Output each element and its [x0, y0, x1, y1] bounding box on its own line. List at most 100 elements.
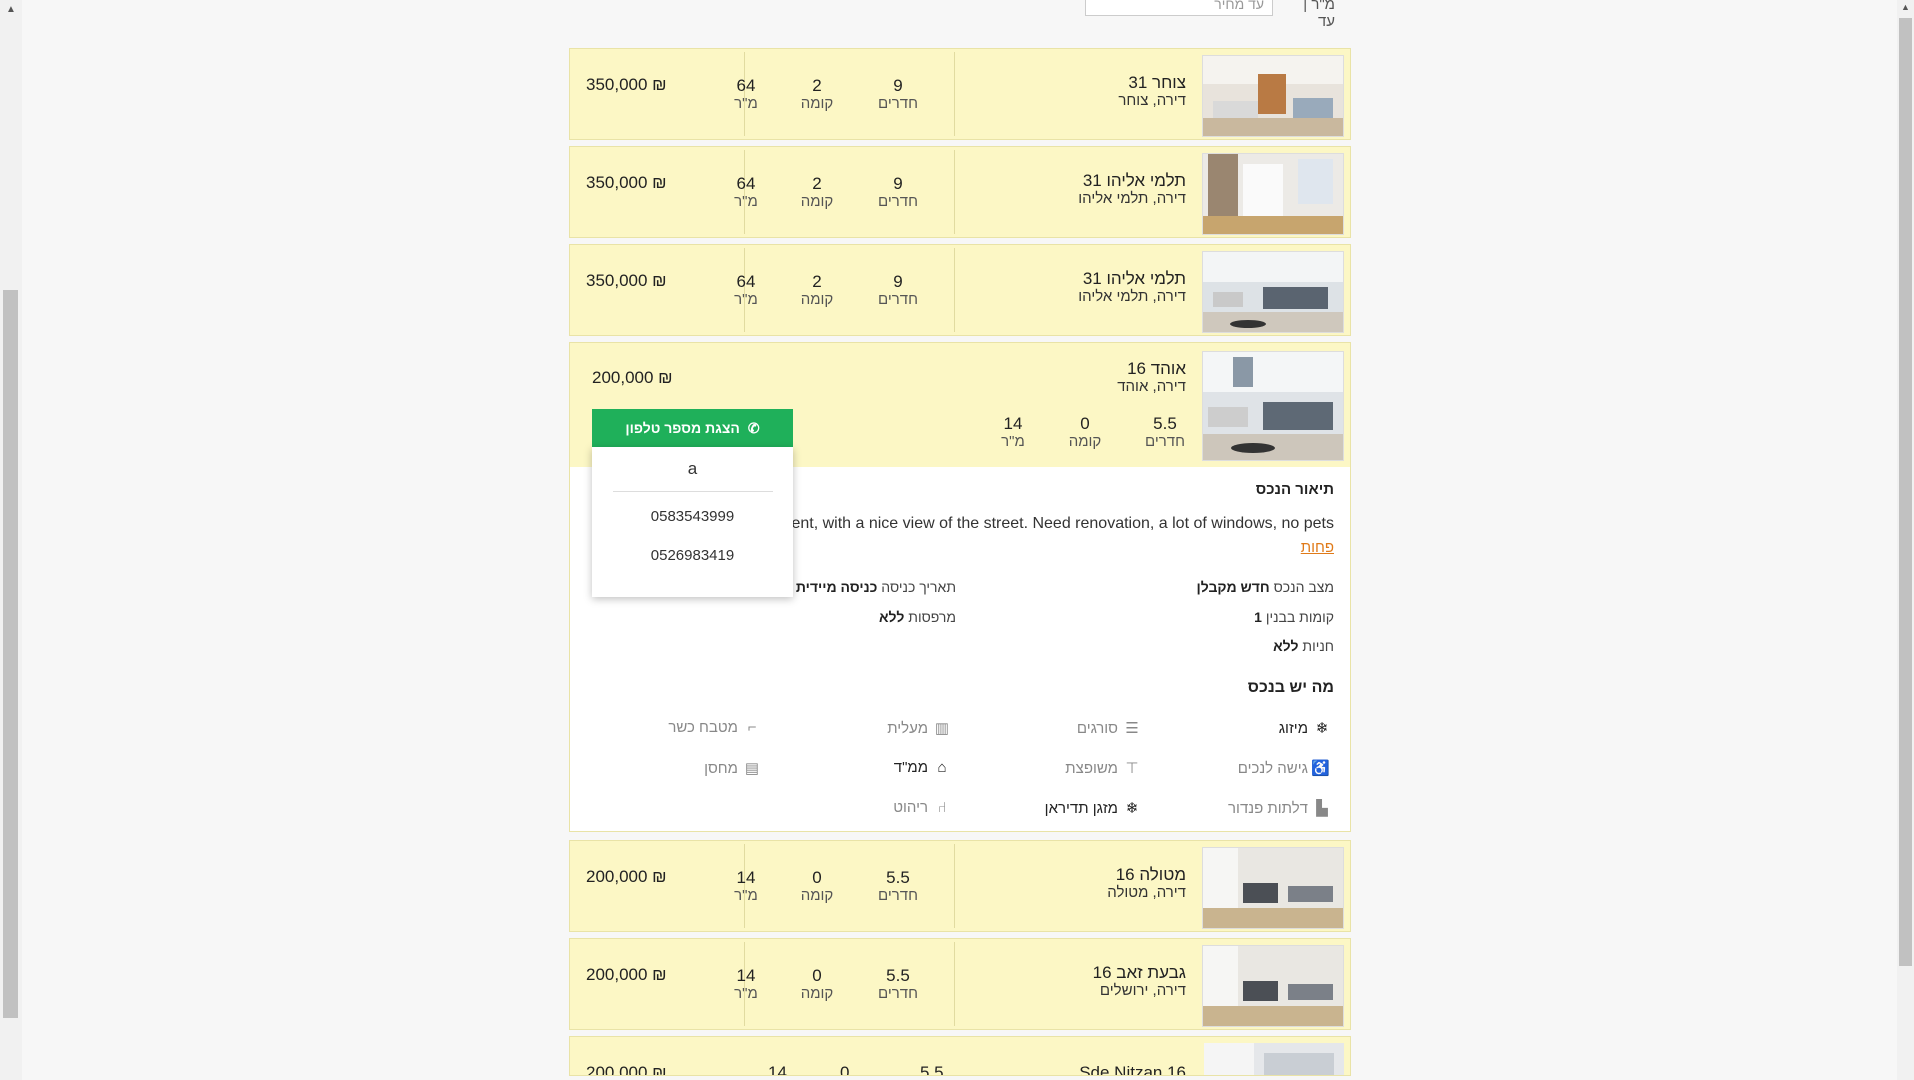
show-phone-label: הצגת מספר טלפון	[625, 420, 740, 436]
listing-price: 350,000 ₪	[586, 271, 667, 290]
size-value: 64	[736, 76, 756, 95]
listing-photo[interactable]	[1202, 945, 1344, 1027]
listings: צוחר 31 דירה, צוחר 9 חדרים 2 קומה 64 מ"ר 35…	[569, 48, 1351, 1076]
listing-card[interactable]: Sde Nitzan 16 5.5 0 14 200,000 ₪	[569, 1036, 1351, 1076]
size-label: מ"ר	[734, 291, 758, 308]
listing-street: מטולה 16	[1115, 865, 1186, 884]
size-value: 14	[768, 1063, 787, 1076]
rooms-stat: 9 חדרים	[868, 273, 928, 309]
scroll-up-icon[interactable]: ▲	[1901, 2, 1910, 12]
scroll-up-icon[interactable]: ▲	[6, 4, 16, 15]
listing-city: דירה, תלמי אליהו	[1078, 288, 1186, 305]
entry-value: כניסה מיידית	[795, 579, 878, 595]
listing-card[interactable]: תלמי אליהו 31 דירה, תלמי אליהו 9 חדרים 2ק…	[569, 244, 1351, 336]
wheelchair-icon: ♿	[1311, 760, 1330, 777]
size-stat: 64 מ"ר	[716, 273, 776, 309]
size-value: 64	[736, 272, 756, 291]
feature-label: ריהוט	[893, 799, 928, 816]
rooms-label: חדרים	[878, 95, 918, 112]
faucet-icon: ⌐	[747, 719, 757, 736]
floor-stat: 2 קומה	[787, 77, 847, 113]
listing-card[interactable]: גבעת זאב 16 דירה, ירושלים 5.5 חדרים 0 קומה…	[569, 938, 1351, 1030]
rooms-value: 5.5	[886, 868, 910, 887]
home-icon: ⌂	[937, 759, 947, 776]
size-label: מ"ר	[734, 887, 758, 904]
listing-price: 200,000 ₪	[586, 867, 667, 886]
scroll-thumb[interactable]	[3, 290, 18, 1018]
listing-title: גבעת זאב 16 דירה, ירושלים	[1093, 964, 1186, 1000]
floors-detail: קומות בבנין 1	[1254, 609, 1334, 625]
rooms-stat: 5.5 חדרים	[868, 967, 928, 1003]
listing-photo[interactable]	[1202, 55, 1344, 137]
door-icon: ▙	[1316, 800, 1328, 817]
size-label: מ"ר	[734, 985, 758, 1002]
size-value: 14	[736, 868, 756, 887]
size-stat: 14 מ"ר	[983, 415, 1043, 451]
snowflake-icon: ❄	[1125, 800, 1139, 817]
floors-label: קומות בבנין	[1265, 609, 1334, 625]
listing-photo[interactable]	[1204, 1043, 1344, 1076]
size-value: 64	[736, 174, 756, 193]
listing-city: דירה, אוהד	[1117, 378, 1186, 395]
listing-photo[interactable]	[1202, 351, 1344, 461]
size-label: מ"ר	[734, 193, 758, 210]
floor-stat: 0 קומה	[787, 869, 847, 905]
rooms-label: חדרים	[878, 193, 918, 210]
divider	[612, 491, 773, 492]
filter-bar: עד מחיר מ"ר | עד	[1085, 0, 1335, 30]
listing-street: תלמי אליהו 31	[1082, 269, 1186, 288]
rooms-value: 9	[893, 174, 903, 193]
floor-value: 2	[812, 272, 822, 291]
listing-card[interactable]: צוחר 31 דירה, צוחר 9 חדרים 2 קומה 64 מ"ר 35…	[569, 48, 1351, 140]
scroll-thumb[interactable]	[1899, 18, 1912, 966]
size-stat: 64 מ"ר	[716, 77, 776, 113]
listing-price: 200,000 ₪	[586, 1063, 667, 1076]
paint-roller-icon: ⊤	[1125, 760, 1139, 777]
feature-elevator: ▥ מעלית	[887, 719, 950, 738]
listing-street: גבעת זאב 16	[1092, 963, 1186, 982]
filter-label: מ"ר | עד	[1303, 0, 1335, 30]
listing-city: דירה, מטולה	[1107, 884, 1186, 901]
rooms-value: 9	[893, 76, 903, 95]
description-text: ment, with a nice view of the street. Ne…	[778, 515, 1334, 532]
size-stat: 64 מ"ר	[716, 175, 776, 211]
phone-number[interactable]: 0526983419	[592, 547, 793, 564]
floor-value: 2	[812, 76, 822, 95]
feature-accessible: ♿ גישה לנכים	[1237, 759, 1330, 778]
show-phone-button[interactable]: ✆ הצגת מספר טלפון	[592, 409, 793, 447]
listing-photo[interactable]	[1202, 153, 1344, 235]
listing-city: דירה, צוחר	[1118, 92, 1186, 109]
floor-value: 0	[812, 868, 822, 887]
listing-card[interactable]: תלמי אליהו 31 דירה, תלמי אליהו 9 חדרים 2ק…	[569, 146, 1351, 238]
floor-value: 2	[812, 174, 822, 193]
feature-label: גישה לנכים	[1237, 759, 1308, 777]
listing-title: אוהד 16 דירה, אוהד	[1117, 360, 1186, 396]
parking-value: ללא	[1273, 638, 1299, 654]
listing-city: דירה, תלמי אליהו	[1078, 190, 1186, 207]
entry-label: תאריך כניסה	[881, 579, 956, 595]
rooms-stat: 9 חדרים	[868, 77, 928, 113]
phone-dropdown: a 0583543999 0526983419	[592, 447, 793, 597]
feature-kosher: ⌐ מטבח כשר	[668, 719, 760, 736]
rooms-label: חדרים	[878, 887, 918, 904]
balconies-label: מרפסות	[908, 609, 956, 625]
divider	[954, 150, 955, 234]
rooms-label: חדרים	[1145, 433, 1185, 450]
max-price-input[interactable]: עד מחיר	[1085, 0, 1273, 16]
rooms-value: 9	[893, 272, 903, 291]
feature-label: משופצת	[1065, 759, 1118, 777]
listing-photo[interactable]	[1202, 847, 1344, 929]
right-scrollbar[interactable]: ▲	[1897, 0, 1914, 1080]
size-label: מ"ר	[734, 95, 758, 112]
divider	[954, 248, 955, 332]
condition-value: חדש מקבלן	[1196, 579, 1270, 595]
listing-card[interactable]: מטולה 16 דירה, מטולה 5.5 חדרים 0 קומה 14 מ"…	[569, 840, 1351, 932]
floor-label: קומה	[800, 193, 834, 210]
feature-doors: ▙ דלתות פנדור	[1228, 799, 1330, 818]
feature-label: מיזוג	[1278, 719, 1308, 737]
divider	[954, 844, 955, 928]
left-scrollbar[interactable]: ▲	[0, 0, 22, 1080]
listing-photo[interactable]	[1202, 251, 1344, 333]
show-less-link[interactable]: פחות	[1301, 539, 1334, 556]
phone-number[interactable]: 0583543999	[592, 508, 793, 525]
